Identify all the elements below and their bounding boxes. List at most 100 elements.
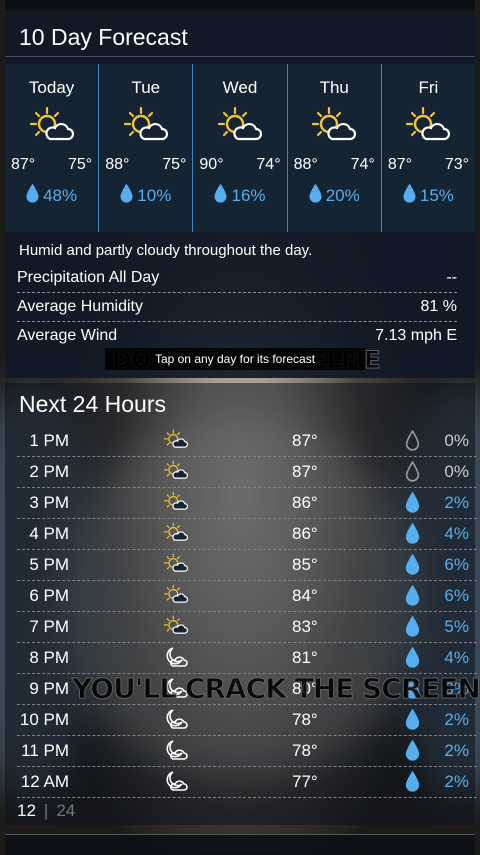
moon-cloud-icon: [166, 740, 188, 760]
stat-value: 81 %: [420, 298, 457, 315]
hour-precip: 4%: [444, 524, 469, 543]
hour-time: 12 AM: [20, 772, 69, 791]
ten-day-forecast-card: 10 Day Forecast Today 87° 75° 48% Tue 88°…: [5, 14, 476, 378]
day-low: 73°: [444, 156, 470, 173]
day-low: 75°: [68, 156, 93, 173]
raindrop-icon: [309, 183, 322, 208]
hour-time: 1 PM: [29, 431, 69, 450]
day-precip: 15%: [419, 186, 454, 205]
day-strip: Today 87° 75° 48% Tue 88° 75° 10% Wed 90…: [5, 64, 476, 232]
partly-sunny-icon: [164, 429, 188, 448]
day-column[interactable]: Tue 88° 75° 10%: [99, 64, 194, 232]
hour-row: 12 AM 77° 2%: [17, 766, 477, 798]
moon-cloud-icon: [166, 647, 188, 667]
toggle-12[interactable]: 12: [17, 801, 36, 820]
toggle-24[interactable]: 24: [56, 801, 75, 820]
day-precip: 48%: [43, 186, 78, 205]
hour-row: 6 PM 84° 6%: [17, 580, 477, 612]
hour-temp: 78°: [292, 741, 318, 760]
raindrop-icon: [405, 460, 420, 487]
stat-label: Average Humidity: [17, 298, 143, 315]
raindrop-icon: [405, 615, 420, 642]
moon-cloud-icon: [166, 771, 188, 791]
hour-row: 3 PM 86° 2%: [17, 487, 477, 519]
hour-row: 5 PM 85° 6%: [17, 549, 477, 581]
hour-row: 2 PM 87° 0%: [17, 456, 477, 488]
stat-label: Average Wind: [17, 327, 118, 344]
raindrop-icon: [405, 491, 420, 518]
day-name: Wed: [222, 78, 258, 97]
raindrop-icon: [214, 183, 228, 208]
next-24-hours-card: Next 24 Hours 1 PM 87° 0% 2 PM 87° 0% 3 …: [5, 383, 477, 825]
hour-precip: 6%: [444, 555, 469, 574]
raindrop-icon: [405, 429, 420, 456]
partly-sunny-icon: [164, 522, 188, 541]
hour-time: 9 PM: [29, 679, 69, 698]
day-low: 74°: [350, 156, 375, 173]
hour-precip: 2%: [444, 493, 469, 512]
partly-sunny-icon: [123, 106, 168, 141]
raindrop-icon: [405, 708, 420, 735]
hour-row: 7 PM 83° 5%: [17, 611, 477, 643]
partly-sunny-icon: [218, 106, 262, 141]
hour-time: 5 PM: [29, 555, 69, 574]
hour-precip: 6%: [444, 586, 469, 605]
raindrop-icon: [26, 183, 39, 208]
partly-sunny-icon: [164, 615, 188, 634]
hour-time: 10 PM: [19, 710, 69, 729]
partly-sunny-icon: [312, 106, 357, 141]
tap-hint: Tap on any day for its forecast: [105, 348, 365, 370]
day-low: 74°: [256, 156, 281, 173]
partly-sunny-icon: [164, 460, 188, 479]
hour-time: 7 PM: [29, 617, 69, 636]
raindrop-icon: [403, 183, 416, 208]
day-precip: 20%: [325, 186, 360, 205]
hour-time: 3 PM: [29, 493, 69, 512]
hour-row: 10 PM 78° 2%: [17, 704, 477, 736]
partly-sunny-icon: [164, 553, 188, 572]
moon-cloud-icon: [166, 678, 188, 698]
stat-label: Precipitation All Day: [17, 269, 160, 286]
hour-precip: 4%: [444, 648, 469, 667]
forecast-title: 10 Day Forecast: [5, 14, 475, 57]
hour-time: 6 PM: [29, 586, 69, 605]
day-precip: 16%: [231, 186, 266, 205]
day-column[interactable]: Wed 90° 74° 16%: [193, 64, 288, 232]
hour-temp: 86°: [292, 524, 318, 543]
hour-row: 1 PM 87° 0%: [17, 425, 477, 457]
raindrop-icon: [405, 677, 420, 704]
raindrop-icon: [405, 584, 420, 611]
partly-sunny-icon: [406, 106, 451, 141]
day-column[interactable]: Today 87° 75° 48%: [5, 64, 100, 232]
day-name: Today: [28, 78, 75, 97]
stat-row-precipitation: Precipitation All Day --: [17, 264, 457, 293]
hour-temp: 83°: [292, 617, 318, 636]
moon-cloud-icon: [166, 709, 188, 729]
hours-range-toggle: 12 | 24: [17, 801, 76, 820]
stat-value: --: [446, 269, 457, 286]
hour-row: 11 PM 78° 2%: [17, 735, 477, 767]
hour-row: 9 PM 80° 3%: [17, 673, 477, 705]
day-name: Tue: [131, 78, 161, 97]
hour-temp: 87°: [292, 462, 318, 481]
hour-row: 8 PM 81° 4%: [17, 642, 477, 674]
raindrop-icon: [120, 183, 133, 208]
day-precip: 10%: [137, 186, 172, 205]
hour-time: 11 PM: [21, 741, 69, 760]
hour-precip: 0%: [444, 462, 469, 481]
raindrop-icon: [405, 646, 420, 673]
hours-title: Next 24 Hours: [19, 391, 167, 417]
hour-temp: 77°: [292, 772, 318, 791]
stat-row-humidity: Average Humidity 81 %: [17, 293, 457, 322]
next-card-edge: [5, 834, 475, 855]
day-column[interactable]: Thu 88° 74° 20%: [287, 64, 382, 232]
day-column[interactable]: Fri 87° 73° 15%: [381, 64, 476, 232]
day-high: 88°: [105, 156, 130, 173]
previous-card-edge: [5, 0, 475, 12]
hour-temp: 85°: [292, 555, 318, 574]
raindrop-icon: [405, 522, 420, 549]
day-low: 75°: [162, 156, 187, 173]
hour-temp: 80°: [292, 679, 318, 698]
partly-sunny-icon: [29, 106, 74, 141]
hour-time: 2 PM: [29, 462, 69, 481]
